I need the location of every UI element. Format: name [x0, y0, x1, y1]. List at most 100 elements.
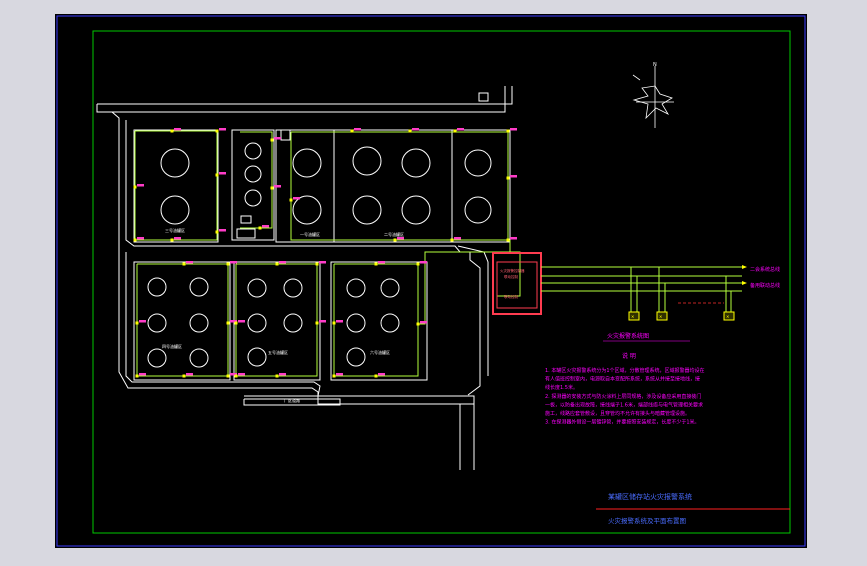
detector-marker: [226, 321, 230, 325]
detector-marker: [416, 262, 420, 266]
detector-marker: [289, 198, 293, 202]
detector-tag: [230, 261, 237, 264]
cad-viewer: 三号油罐区 一号油罐区 二号油罐区 四号油罐区 五号油罐区 六号油罐区 厂区道路…: [0, 0, 867, 562]
system-caption: 火灾报警系统图: [607, 332, 649, 340]
detector-marker: [215, 230, 219, 234]
detector-tag: [412, 128, 419, 131]
detector-marker: [332, 374, 336, 378]
detector-marker: [270, 186, 274, 190]
tank-area-label-6: 六号油罐区: [370, 349, 390, 355]
detector-marker: [170, 129, 174, 133]
detector-marker: [374, 374, 378, 378]
detector-marker: [315, 321, 319, 325]
drawing-title: 火灾报警系统及平面布置图: [608, 516, 686, 525]
panel-label-line-3: 联动控制: [504, 294, 518, 299]
detector-tag: [219, 172, 226, 175]
detector-tag: [510, 128, 517, 131]
detector-marker: [133, 238, 137, 242]
detector-marker: [506, 129, 510, 133]
detector-tag: [137, 237, 144, 240]
detector-marker: [506, 238, 510, 242]
detector-tag: [319, 261, 326, 264]
detector-marker: [374, 262, 378, 266]
notes-line: 线长度1.5米。: [545, 384, 578, 391]
notes-line: 施工，线路应套管敷设，且穿管均不允许有接头与暗藏管理设施。: [545, 410, 690, 417]
detector-marker: [350, 129, 354, 133]
detector-tag: [137, 184, 144, 187]
notes-line: 3. 在探测器外侧设一层镀锌管，并要按照安装规定，长度不少于1米。: [545, 419, 700, 426]
detector-marker: [182, 374, 186, 378]
detector-marker: [453, 129, 457, 133]
notes-line: 有人值班控制室内，电源取自本变配所系统，系统从并接至接地线，接: [545, 376, 700, 383]
detector-marker: [315, 262, 319, 266]
detector-tag: [378, 261, 385, 264]
module-mark-1: ✕: [631, 314, 634, 319]
north-label: N: [653, 62, 657, 68]
cad-drawing-canvas: 三号油罐区 一号油罐区 二号油罐区 四号油罐区 五号油罐区 六号油罐区 厂区道路…: [55, 14, 807, 548]
detector-tag: [420, 321, 427, 324]
detector-marker: [133, 185, 137, 189]
detector-tag: [510, 237, 517, 240]
detector-marker: [215, 129, 219, 133]
detector-tag: [186, 373, 193, 376]
notes-heading: 说 明: [622, 352, 636, 360]
detector-marker: [234, 321, 238, 325]
detector-marker: [226, 262, 230, 266]
detector-marker: [215, 173, 219, 177]
detector-tag: [293, 197, 300, 200]
detector-tag: [336, 373, 343, 376]
notes-line: 2. 探测器的安装方式与防火涂料上层同规格，涉及设备应采用直接装门: [545, 393, 701, 400]
detector-marker: [135, 321, 139, 325]
detector-marker: [234, 374, 238, 378]
detector-tag: [274, 137, 281, 140]
detector-tag: [354, 128, 361, 131]
bus-legend-1: 二会系统总线: [750, 266, 780, 273]
panel-label-line-2: 联动控制: [504, 274, 518, 279]
detector-tag: [139, 320, 146, 323]
bus-legend-2: 备用联动总线: [750, 282, 780, 289]
detector-tag: [186, 261, 193, 264]
detector-marker: [332, 321, 336, 325]
drawing-sheet: [55, 14, 807, 548]
detector-tag: [378, 373, 385, 376]
detector-tag: [262, 225, 269, 228]
detector-marker: [258, 226, 262, 230]
detector-tag: [219, 229, 226, 232]
detector-marker: [450, 238, 454, 242]
detector-marker: [393, 238, 397, 242]
detector-marker: [270, 138, 274, 142]
detector-tag: [174, 237, 181, 240]
tank-area-label-1: 三号油罐区: [165, 227, 185, 233]
detector-tag: [274, 185, 281, 188]
detector-tag: [457, 128, 464, 131]
detector-marker: [275, 374, 279, 378]
panel-label-line-1: 火灾报警控制器: [500, 268, 525, 273]
detector-marker: [416, 322, 420, 326]
detector-tag: [336, 320, 343, 323]
detector-tag: [219, 128, 226, 131]
detector-tag: [397, 237, 404, 240]
detector-marker: [135, 374, 139, 378]
notes-line: 一板，以防备出现故障，接线端子1.6米，端部线缆与电气管理相关要求: [545, 401, 703, 408]
detector-tag: [279, 261, 286, 264]
detector-tag: [510, 175, 517, 178]
detector-tag: [238, 373, 245, 376]
detector-marker: [226, 374, 230, 378]
tank-area-label-3: 二号油罐区: [384, 231, 404, 237]
detector-marker: [408, 129, 412, 133]
detector-tag: [139, 373, 146, 376]
tank-area-label-4: 四号油罐区: [162, 343, 182, 349]
detector-tag: [420, 261, 427, 264]
tank-area-label-2: 一号油罐区: [300, 231, 320, 237]
module-mark-2: ✕: [659, 314, 662, 319]
module-mark-3: ✕: [726, 314, 729, 319]
detector-marker: [275, 262, 279, 266]
detector-marker: [182, 262, 186, 266]
detector-tag: [454, 237, 461, 240]
detector-tag: [319, 320, 326, 323]
detector-tag: [174, 128, 181, 131]
detector-tag: [279, 373, 286, 376]
project-title: 某罐区储存站火灾报警系统: [608, 492, 692, 501]
detector-marker: [170, 238, 174, 242]
tank-area-label-5: 五号油罐区: [268, 349, 288, 355]
